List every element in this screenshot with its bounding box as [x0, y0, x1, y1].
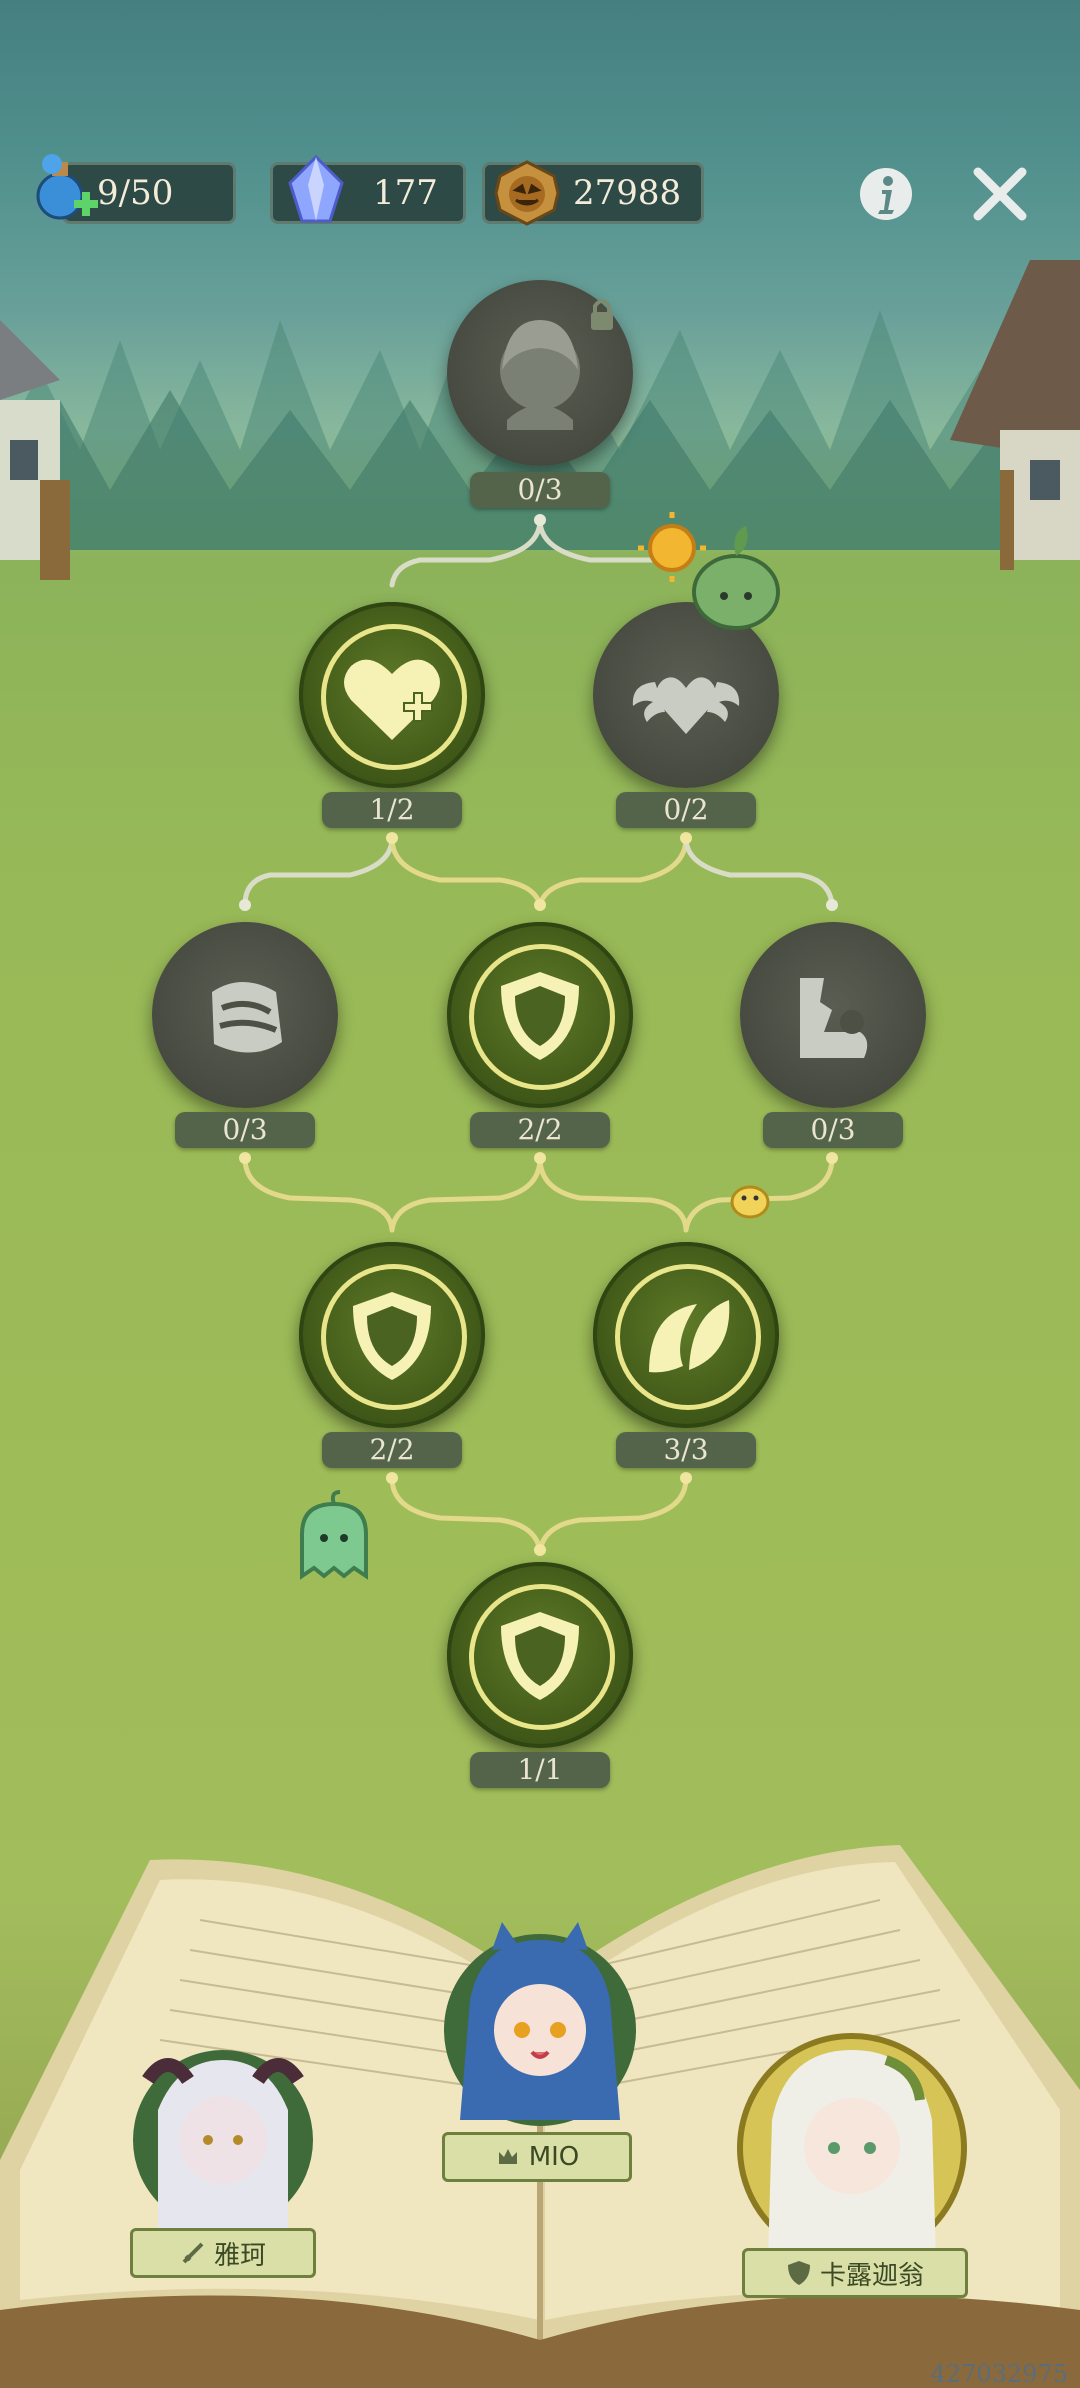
skill-count-shield-left: 2/2: [322, 1432, 462, 1468]
heart-plus-icon: [344, 659, 440, 740]
crown-icon: [498, 2149, 517, 2164]
bandage-icon: [212, 982, 282, 1053]
game-background: 9/50 177 27988 0/3 1/2 0/2 0/3 2/2 0/3 2…: [0, 0, 1080, 2388]
skill-count-top: 0/3: [470, 472, 610, 508]
character-avatar-yake[interactable]: [118, 2040, 328, 2240]
lock-icon: [591, 299, 613, 330]
shield-icon: [787, 2261, 810, 2285]
skill-node-broken-pillar[interactable]: [740, 922, 926, 1108]
skill-count-bandage: 0/3: [175, 1112, 315, 1148]
shield-icon: [501, 1612, 579, 1700]
skill-node-shield-mid[interactable]: [447, 922, 633, 1108]
chick-mascot: [730, 1185, 770, 1219]
sword-icon: [182, 2242, 204, 2264]
skill-count-broken-pillar: 0/3: [763, 1112, 903, 1148]
skill-count-winged-heart: 0/2: [616, 792, 756, 828]
skill-count-leaf: 3/3: [616, 1432, 756, 1468]
character-label-mio[interactable]: MIO: [442, 2132, 632, 2182]
character-avatar-kaluqiaweng[interactable]: [736, 2030, 968, 2266]
skill-count-heal: 1/2: [322, 792, 462, 828]
skill-node-top[interactable]: [447, 280, 633, 466]
shield-icon: [501, 972, 579, 1060]
skill-node-root[interactable]: [447, 1562, 633, 1748]
skill-node-leaf[interactable]: [593, 1242, 779, 1428]
skill-node-bandage[interactable]: [152, 922, 338, 1108]
character-name: MIO: [528, 2142, 580, 2172]
slime-mascot: [300, 1490, 368, 1580]
skill-node-heal[interactable]: [299, 602, 485, 788]
skill-count-shield-mid: 2/2: [470, 1112, 610, 1148]
character-label-kaluqiaweng[interactable]: 卡露迦翁: [742, 2248, 968, 2298]
leaf-icon: [649, 1300, 730, 1373]
shield-icon: [353, 1292, 431, 1380]
sun-sprout-mascot: [638, 512, 780, 630]
character-label-yake[interactable]: 雅珂: [130, 2228, 316, 2278]
character-name: 雅珂: [213, 2240, 266, 2271]
character-name: 卡露迦翁: [819, 2260, 924, 2291]
skill-node-shield-left[interactable]: [299, 1242, 485, 1428]
skill-count-root: 1/1: [470, 1752, 610, 1788]
build-code: 427032975: [930, 2360, 1068, 2388]
broken-pillar-icon: [800, 978, 868, 1058]
character-avatar-mio[interactable]: [432, 1920, 648, 2140]
